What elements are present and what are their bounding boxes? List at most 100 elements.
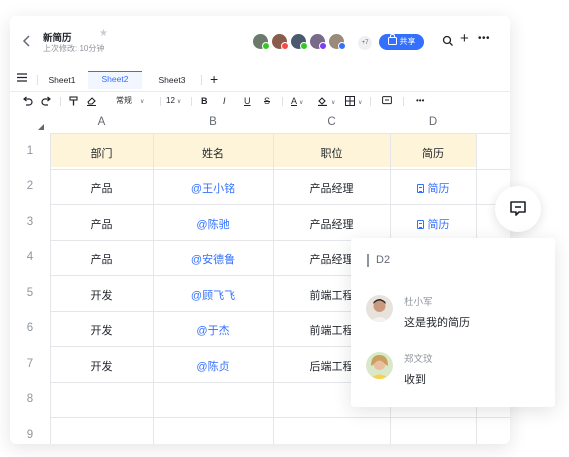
header-cell[interactable]: 简历 [390,145,476,161]
avatar[interactable] [309,33,327,50]
share-button[interactable]: 共享 [379,34,424,50]
doc-title[interactable]: 新简历 [43,30,72,44]
table-cell[interactable]: 产品经理 [273,180,390,196]
column-header-b[interactable]: B [153,111,273,133]
fill-color-icon[interactable] [317,96,328,106]
star-icon[interactable]: ★ [99,28,108,39]
mention-cell[interactable]: @安德鲁 [153,251,273,267]
italic-button[interactable]: I [223,95,226,107]
table-cell[interactable]: 产品 [50,216,153,232]
redo-icon[interactable] [41,96,52,106]
chevron-down-icon: ∨ [176,99,182,105]
divider [201,75,202,85]
document-icon [416,219,424,229]
back-icon[interactable] [21,34,33,48]
strikethrough-button[interactable]: S [264,95,270,107]
number-format-select[interactable]: 常规 ∨ [116,95,144,108]
chevron-down-icon[interactable]: ∨ [329,95,335,109]
border-icon[interactable] [345,96,355,106]
table-cell[interactable]: 产品 [50,180,153,196]
row-header-9[interactable]: 9 [10,429,50,441]
add-sheet-icon[interactable]: + [210,70,218,88]
avatar[interactable] [328,33,346,50]
divider [191,97,192,106]
comment-text: 这是我的简历 [404,317,470,329]
text-color-button[interactable]: A ∨ [291,95,303,109]
table-cell[interactable]: 开发 [50,287,153,303]
undo-icon[interactable] [22,96,33,106]
row-header-6[interactable]: 6 [10,322,50,334]
header-cell[interactable]: 职位 [273,145,390,161]
avatar[interactable] [290,33,308,50]
mention-cell[interactable]: @于杰 [153,322,273,338]
row-header-4[interactable]: 4 [10,251,50,263]
mention-cell[interactable]: @王小铭 [153,180,273,196]
tab-sheet2[interactable]: Sheet2 [88,71,142,89]
tab-sheet1[interactable]: Sheet1 [40,71,84,89]
more-icon[interactable]: ••• [416,95,424,107]
underline-button[interactable]: U [244,95,251,107]
comment-author: 杜小军 [404,297,433,308]
column-header-d[interactable]: D [390,111,476,133]
menu-icon[interactable] [17,73,27,82]
number-format-label: 常规 [116,96,132,105]
comment-icon [510,201,526,216]
mention-cell[interactable]: @陈贞 [153,358,273,374]
divider [282,97,283,106]
search-icon[interactable] [442,35,454,47]
comment-toggle-button[interactable] [495,186,541,232]
format-toolbar: 常规 ∨ 12 ∨ B I U S A ∨ ∨ ∨ ••• [10,91,510,110]
header-cell[interactable]: 姓名 [153,145,273,161]
doc-link-label: 简历 [427,183,450,196]
chevron-down-icon: ∨ [299,100,304,106]
column-header-a[interactable]: A [50,111,153,133]
document-icon [416,184,424,194]
table-cell[interactable]: 开发 [50,358,153,374]
mention-cell[interactable]: @陈驰 [153,216,273,232]
header-cell[interactable]: 部门 [50,145,153,161]
grid-row-line [50,168,510,170]
avatar[interactable] [252,33,270,50]
format-painter-icon[interactable] [69,96,79,106]
add-icon[interactable]: + [460,31,469,47]
doc-link-cell[interactable]: 简历 [390,216,476,232]
divider [60,97,61,106]
table-cell[interactable]: 产品 [50,251,153,267]
grid-row-line [50,204,510,205]
sheet-tabs: Sheet1 Sheet2 Sheet3 + [10,69,510,89]
doc-header: 新简历 ★ 上次修改: 10分钟 +7 共享 + ••• [10,16,510,68]
bold-button[interactable]: B [201,95,208,107]
last-modified: 上次修改: 10分钟 [43,44,105,53]
divider [403,97,404,106]
row-header-2[interactable]: 2 [10,180,50,192]
row-header-1[interactable]: 1 [10,145,50,157]
avatar[interactable] [366,295,393,322]
divider [37,75,38,85]
row-header-3[interactable]: 3 [10,216,50,228]
comment-text: 收到 [404,374,426,386]
avatar-count[interactable]: +7 [358,36,372,50]
tab-sheet3[interactable]: Sheet3 [148,71,196,89]
row-header-5[interactable]: 5 [10,287,50,299]
avatar[interactable] [271,33,289,50]
comment-cell-ref: D2 [367,254,390,267]
table-cell[interactable]: 开发 [50,322,153,338]
clear-format-icon[interactable] [86,96,97,106]
font-size-value: 12 [166,96,175,105]
column-header-c[interactable]: C [273,111,390,133]
lock-icon [387,34,397,45]
comment-author: 郑文玟 [404,354,433,365]
grid-row-line [50,417,510,418]
more-icon[interactable]: ••• [478,33,490,44]
avatar[interactable] [366,352,393,379]
doc-link-cell[interactable]: 简历 [390,180,476,196]
select-all-corner[interactable] [38,124,44,130]
comment-icon[interactable] [382,96,392,106]
chevron-down-icon[interactable]: ∨ [356,95,362,109]
row-header-7[interactable]: 7 [10,358,50,370]
text-color-label: A [291,96,298,106]
table-cell[interactable]: 产品经理 [273,216,390,232]
row-header-8[interactable]: 8 [10,393,50,405]
font-size-select[interactable]: 12 ∨ [166,95,181,108]
mention-cell[interactable]: @顾飞飞 [153,287,273,303]
